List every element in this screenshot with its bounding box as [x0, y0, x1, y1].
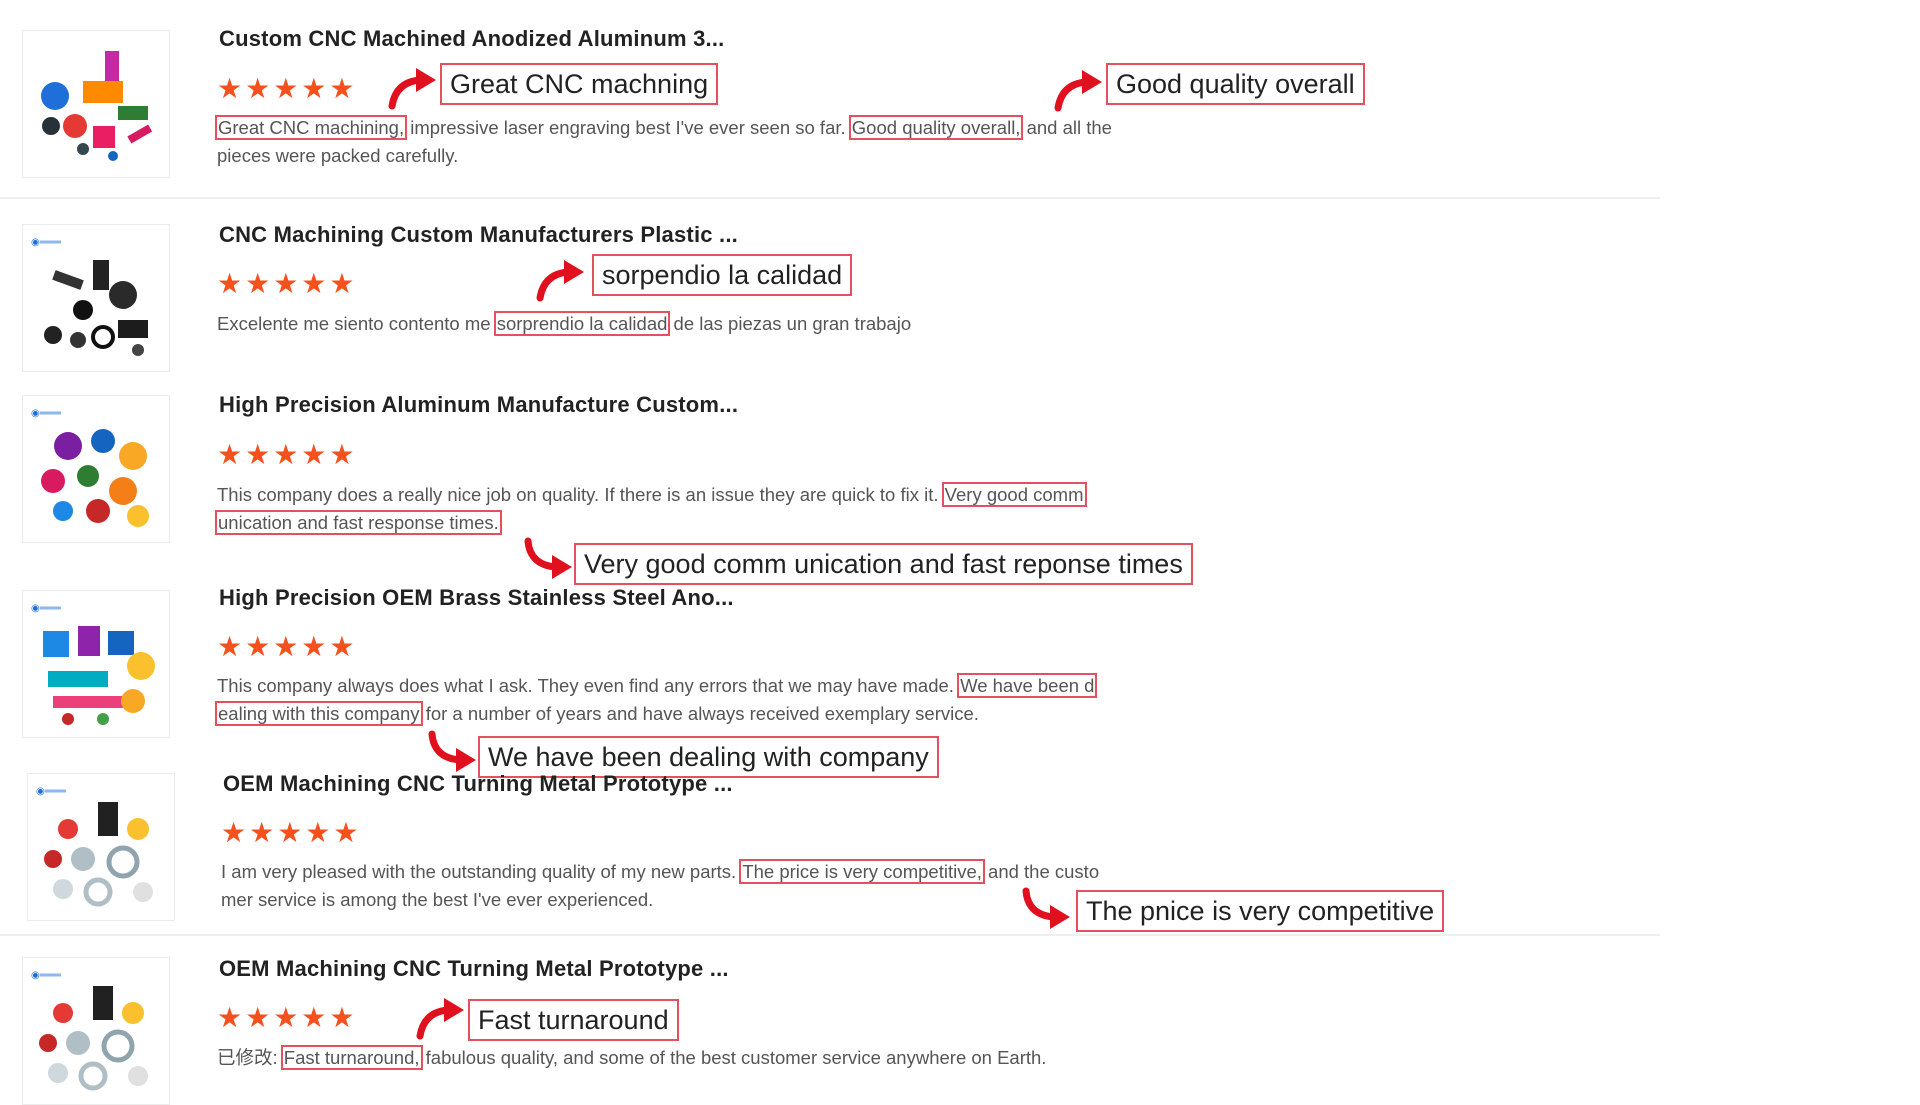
brass-parts-image: ◉═══ [31, 603, 155, 725]
svg-text:◉═══: ◉═══ [31, 237, 62, 248]
review-text-line: ealing with this company for a number of… [215, 700, 979, 727]
star-rating: ★★★★★ [221, 817, 362, 848]
callout-label: Great CNC machning [440, 63, 719, 105]
callout-label: Good quality overall [1106, 63, 1365, 105]
product-thumbnail[interactable]: ◉═══ [22, 957, 170, 1105]
review-text: mer service is among the best I've ever … [221, 889, 654, 910]
divider [0, 934, 1660, 936]
product-thumbnail[interactable]: ◉═══ [22, 395, 170, 543]
review-text: This company always does what I ask. The… [217, 675, 960, 696]
product-title[interactable]: High Precision Aluminum Manufacture Cust… [219, 392, 738, 418]
svg-text:◉═══: ◉═══ [31, 408, 62, 419]
product-thumbnail[interactable]: ◉═══ [27, 773, 175, 921]
product-thumbnail[interactable]: ◉═══ [22, 590, 170, 738]
highlighted-phrase: ealing with this company [215, 701, 423, 726]
review-text-line: This company always does what I ask. The… [217, 672, 1098, 699]
callout-label: Fast turnaround [468, 999, 679, 1041]
star-rating: ★★★★★ [217, 631, 358, 662]
highlighted-phrase: sorprendio la calidad [493, 311, 671, 336]
product-thumbnail[interactable]: ◉═══ [22, 224, 170, 372]
review-text: and the custo [982, 861, 1100, 882]
curved-arrow-icon [1054, 70, 1102, 112]
highlighted-phrase: Good quality overall, [848, 115, 1024, 140]
divider [0, 197, 1660, 199]
review-text-line: mer service is among the best I've ever … [221, 886, 653, 913]
highlighted-phrase: Fast turnaround, [280, 1045, 423, 1070]
metal-prototype-image: ◉═══ [31, 970, 148, 1091]
review-text: for a number of years and have always re… [420, 703, 979, 724]
product-title[interactable]: Custom CNC Machined Anodized Aluminum 3.… [219, 26, 724, 52]
product-title[interactable]: High Precision OEM Brass Stainless Steel… [219, 585, 734, 611]
review-text: and all the [1021, 117, 1112, 138]
review-text: impressive laser engraving best I've eve… [405, 117, 851, 138]
review-text-line: pieces were packed carefully. [217, 142, 458, 169]
callout-label: Very good comm unication and fast repons… [574, 543, 1193, 585]
curved-arrow-icon [524, 537, 572, 579]
curved-arrow-icon [428, 730, 476, 772]
aluminum-parts-image: ◉═══ [31, 408, 149, 527]
review-text-line: Great CNC machining, impressive laser en… [214, 114, 1112, 141]
product-title[interactable]: OEM Machining CNC Turning Metal Prototyp… [219, 956, 729, 982]
product-title[interactable]: CNC Machining Custom Manufacturers Plast… [219, 222, 738, 248]
product-title[interactable]: OEM Machining CNC Turning Metal Prototyp… [223, 771, 733, 797]
plastic-parts-image: ◉═══ [31, 237, 148, 356]
review-text-line: Excelente me siento contento me sorprend… [217, 310, 911, 337]
star-rating: ★★★★★ [217, 73, 358, 104]
review-text-line: This company does a really nice job on q… [217, 481, 1087, 508]
svg-text:◉═══: ◉═══ [36, 786, 67, 797]
review-text: fabulous quality, and some of the best c… [420, 1047, 1047, 1068]
review-text: I am very pleased with the outstanding q… [221, 861, 742, 882]
review-text-line: unication and fast response times. [215, 509, 502, 536]
highlighted-phrase: Very good comm [941, 482, 1087, 507]
curved-arrow-icon [388, 68, 436, 110]
svg-text:◉═══: ◉═══ [31, 603, 62, 614]
curved-arrow-icon [1022, 887, 1070, 929]
review-text: de las piezas un gran trabajo [668, 313, 912, 334]
curved-arrow-icon [536, 260, 584, 302]
review-text: 已修改: [217, 1047, 283, 1068]
highlighted-phrase: Great CNC machining, [214, 115, 408, 140]
callout-label: sorpendio la calidad [592, 254, 853, 296]
metal-prototype-image: ◉═══ [36, 786, 153, 907]
star-rating: ★★★★★ [217, 268, 358, 299]
review-text: Excelente me siento contento me [217, 313, 496, 334]
highlighted-phrase: unication and fast response times. [215, 510, 502, 535]
callout-label: The pnice is very competitive [1076, 890, 1445, 932]
highlighted-phrase: We have been d [957, 673, 1098, 698]
svg-text:◉═══: ◉═══ [31, 970, 62, 981]
cnc-parts-image [41, 51, 153, 161]
review-text-line: 已修改: Fast turnaround, fabulous quality, … [217, 1044, 1046, 1071]
highlighted-phrase: The price is very competitive, [739, 859, 985, 884]
review-text-line: I am very pleased with the outstanding q… [221, 858, 1099, 885]
review-text: This company does a really nice job on q… [217, 484, 944, 505]
star-rating: ★★★★★ [217, 439, 358, 470]
star-rating: ★★★★★ [217, 1002, 358, 1033]
review-text: pieces were packed carefully. [217, 145, 459, 166]
review-list: Custom CNC Machined Anodized Aluminum 3.… [0, 0, 1660, 1105]
product-thumbnail[interactable] [22, 30, 170, 178]
curved-arrow-icon [416, 998, 464, 1040]
